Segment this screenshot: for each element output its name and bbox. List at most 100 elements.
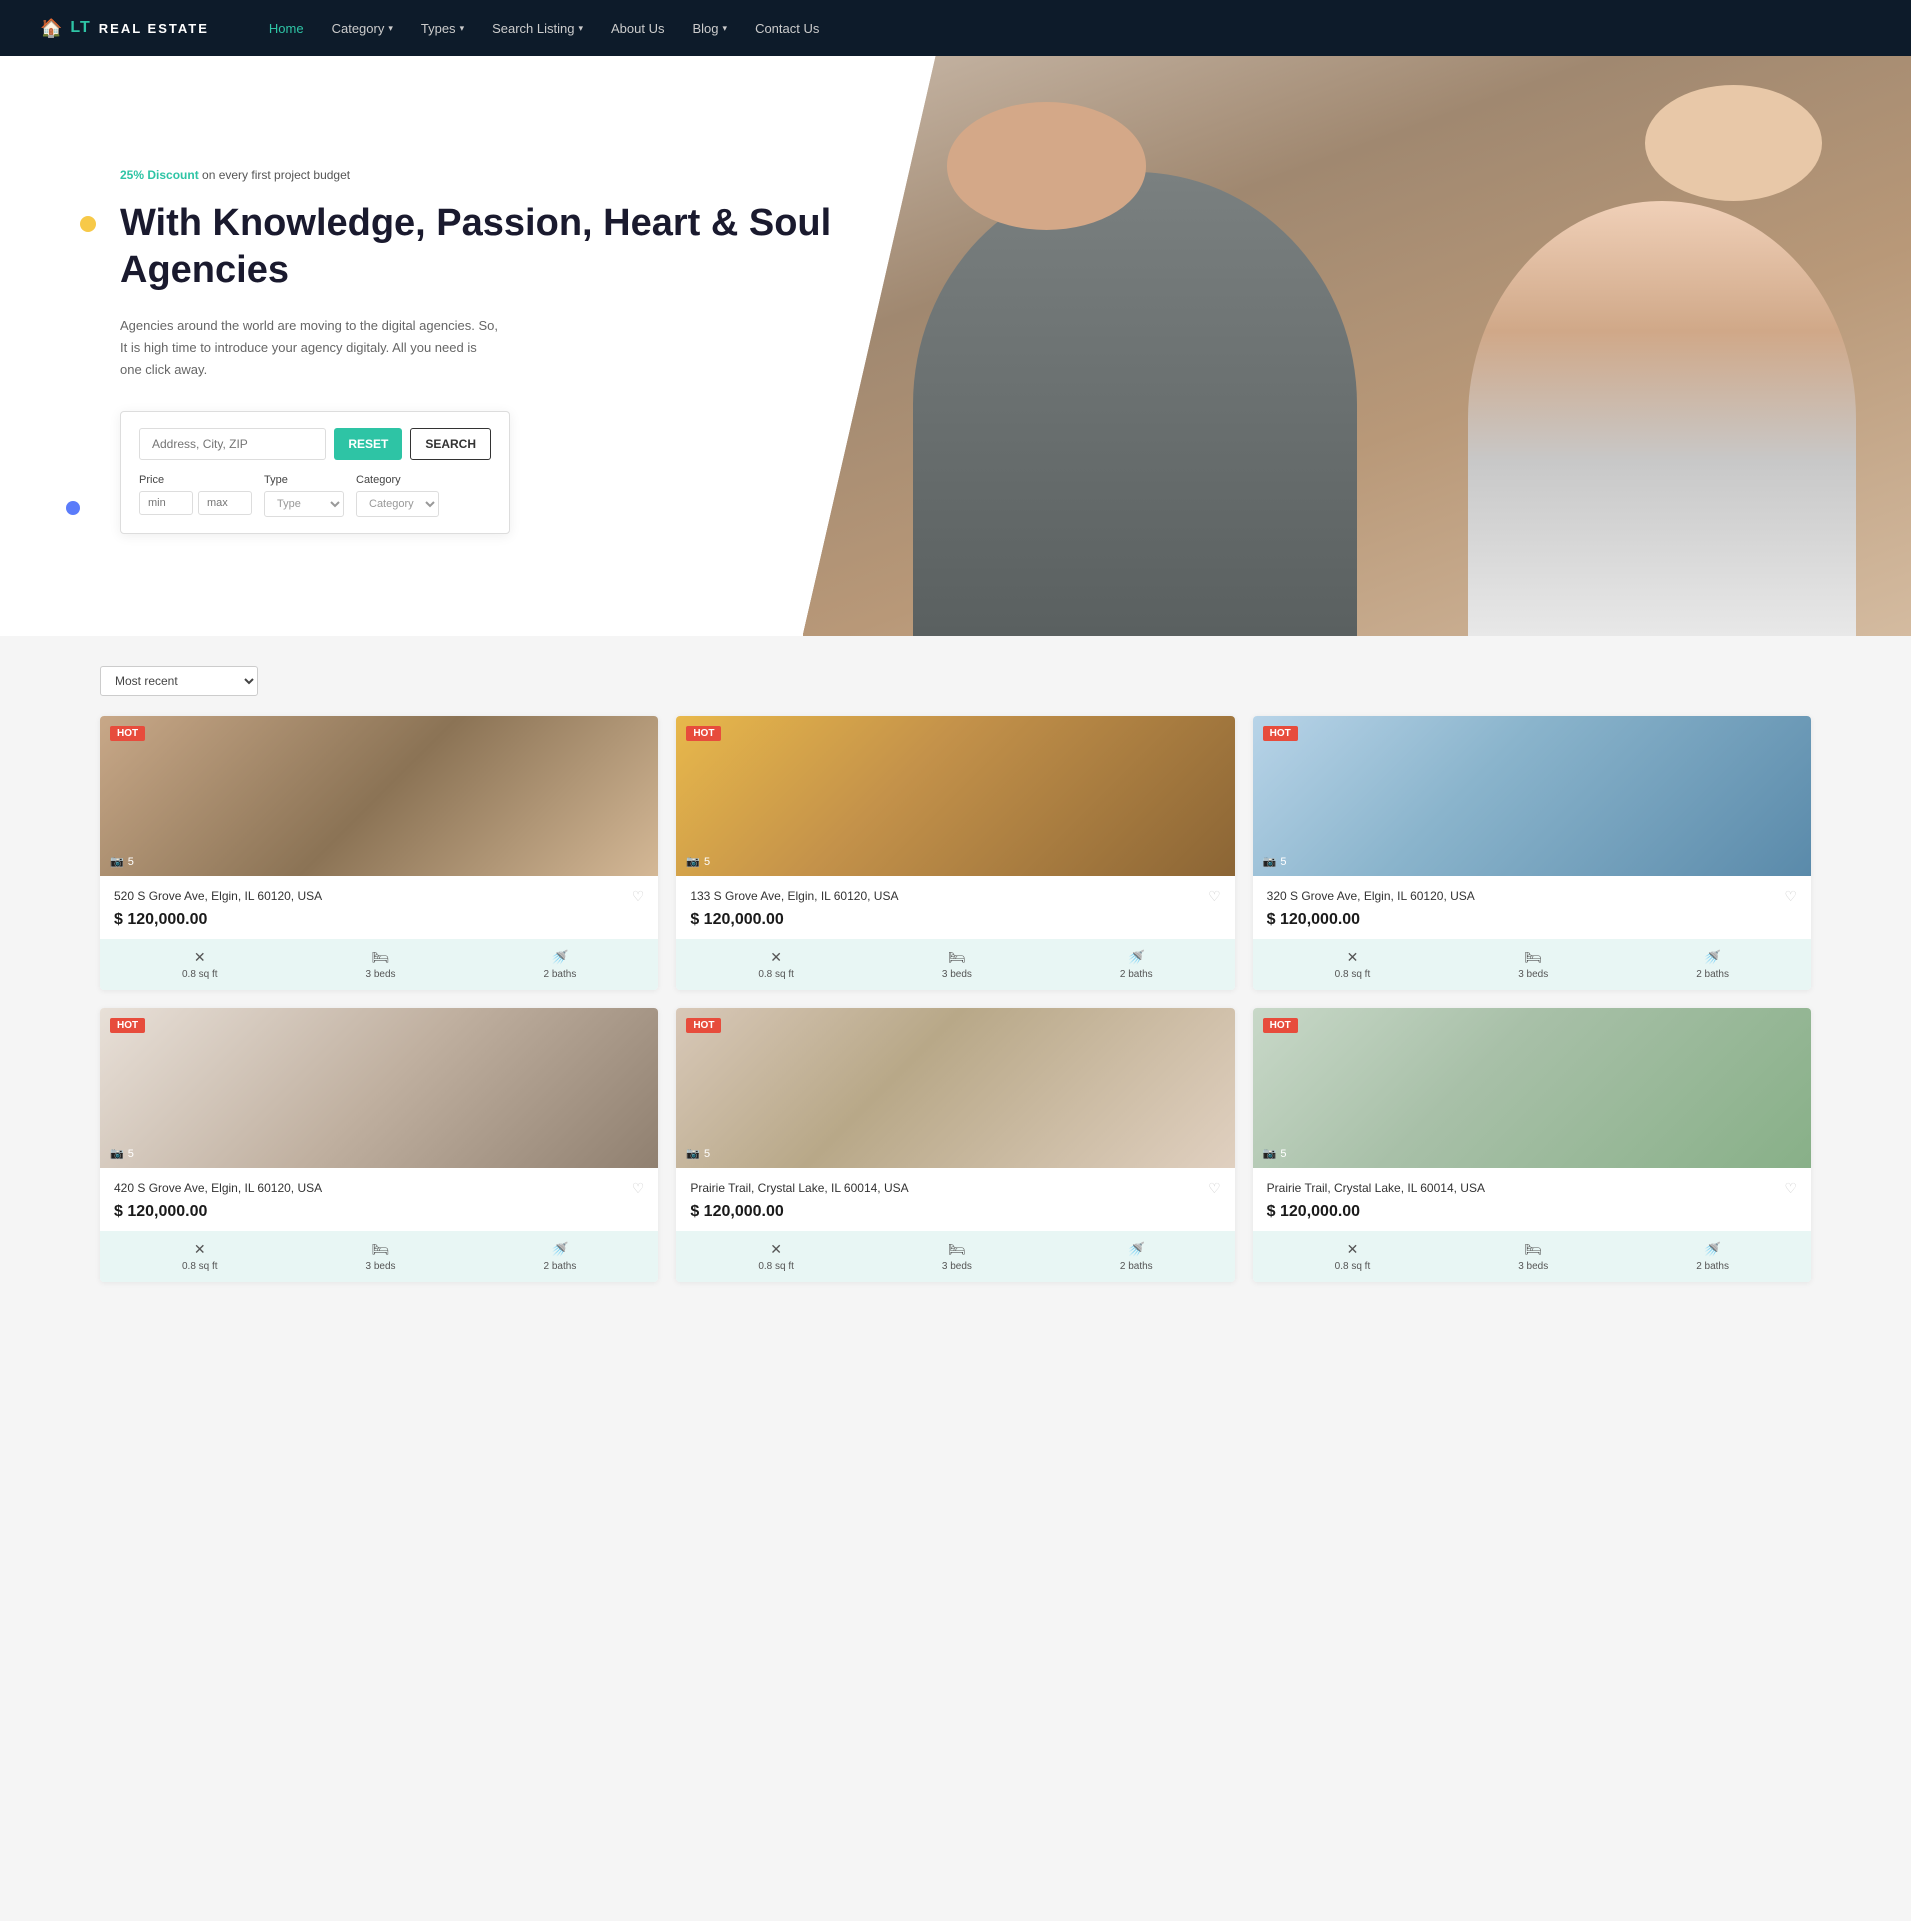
baths-value: 2 baths: [544, 969, 577, 980]
price-label: Price: [139, 474, 252, 486]
bath-icon: 🚿: [551, 1241, 568, 1258]
property-address: 133 S Grove Ave, Elgin, IL 60120, USA: [690, 888, 898, 905]
bed-icon: 🛏: [1524, 949, 1542, 966]
nav-link-category[interactable]: Category ▾: [332, 21, 393, 36]
favorite-button[interactable]: ♡: [1208, 1180, 1221, 1197]
bed-icon: 🛏: [1524, 1241, 1542, 1258]
card-image: [676, 1008, 1234, 1168]
property-card: HOT 📷 5 Prairie Trail, Crystal Lake, IL …: [676, 1008, 1234, 1282]
hero-content: 25% Discount on every first project budg…: [0, 56, 994, 636]
image-count: 📷 5: [110, 1147, 134, 1160]
hero-subtitle: Agencies around the world are moving to …: [120, 315, 500, 381]
favorite-button[interactable]: ♡: [1784, 888, 1797, 905]
hot-badge: HOT: [1263, 726, 1298, 741]
favorite-button[interactable]: ♡: [1208, 888, 1221, 905]
favorite-button[interactable]: ♡: [632, 888, 645, 905]
discount-banner: 25% Discount on every first project budg…: [120, 168, 934, 182]
beds-value: 3 beds: [942, 969, 972, 980]
camera-icon: 📷: [686, 855, 700, 868]
chevron-down-icon: ▾: [578, 23, 583, 34]
property-card: HOT 📷 5 320 S Grove Ave, Elgin, IL 60120…: [1253, 716, 1811, 990]
search-row: RESET SEARCH: [139, 428, 491, 460]
sqft-icon: ✕: [770, 1241, 782, 1258]
property-address: Prairie Trail, Crystal Lake, IL 60014, U…: [690, 1180, 908, 1197]
property-price: $ 120,000.00: [114, 1203, 644, 1221]
nav-link-types[interactable]: Types ▾: [421, 21, 464, 36]
card-image-wrap: HOT 📷 5: [676, 716, 1234, 876]
hot-badge: HOT: [686, 726, 721, 741]
sqft-value: 0.8 sq ft: [182, 1261, 218, 1272]
type-filter: Type Type: [264, 474, 344, 517]
category-label: Category: [356, 474, 439, 486]
type-label: Type: [264, 474, 344, 486]
camera-icon: 📷: [1263, 1147, 1277, 1160]
baths-value: 2 baths: [1696, 969, 1729, 980]
card-image-wrap: HOT 📷 5: [1253, 1008, 1811, 1168]
baths-stat: 🚿 2 baths: [1696, 949, 1729, 980]
baths-stat: 🚿 2 baths: [1120, 1241, 1153, 1272]
price-inputs: [139, 491, 252, 515]
card-footer: ✕ 0.8 sq ft 🛏 3 beds 🚿 2 baths: [100, 939, 658, 990]
property-address: 420 S Grove Ave, Elgin, IL 60120, USA: [114, 1180, 322, 1197]
address-row: 320 S Grove Ave, Elgin, IL 60120, USA ♡: [1267, 888, 1797, 905]
site-logo[interactable]: 🏠 LT REAL ESTATE: [40, 18, 209, 39]
search-box: RESET SEARCH Price Type Type: [120, 411, 510, 534]
card-image-wrap: HOT 📷 5: [100, 716, 658, 876]
category-filter: Category Category: [356, 474, 439, 517]
chevron-down-icon: ▾: [388, 23, 393, 34]
beds-stat: 🛏 3 beds: [942, 1241, 972, 1272]
sqft-stat: ✕ 0.8 sq ft: [182, 1241, 218, 1272]
decorative-dot-yellow: [80, 216, 96, 232]
nav-link-home[interactable]: Home: [269, 21, 304, 36]
card-image-wrap: HOT 📷 5: [1253, 716, 1811, 876]
hot-badge: HOT: [686, 1018, 721, 1033]
property-price: $ 120,000.00: [1267, 911, 1797, 929]
nav-link-blog[interactable]: Blog ▾: [693, 21, 728, 36]
sqft-value: 0.8 sq ft: [1335, 969, 1371, 980]
price-max-input[interactable]: [198, 491, 252, 515]
card-footer: ✕ 0.8 sq ft 🛏 3 beds 🚿 2 baths: [1253, 939, 1811, 990]
type-select[interactable]: Type: [264, 491, 344, 517]
nav-link-search-listing[interactable]: Search Listing ▾: [492, 21, 583, 36]
camera-icon: 📷: [1263, 855, 1277, 868]
card-image: [1253, 716, 1811, 876]
card-image-wrap: HOT 📷 5: [676, 1008, 1234, 1168]
reset-button[interactable]: RESET: [334, 428, 402, 460]
sort-select[interactable]: Most recent Price: Low to High Price: Hi…: [100, 666, 258, 696]
search-button[interactable]: SEARCH: [410, 428, 491, 460]
beds-stat: 🛏 3 beds: [366, 949, 396, 980]
beds-value: 3 beds: [942, 1261, 972, 1272]
nav-link-contact-us[interactable]: Contact Us: [755, 21, 819, 36]
favorite-button[interactable]: ♡: [1784, 1180, 1797, 1197]
address-row: 520 S Grove Ave, Elgin, IL 60120, USA ♡: [114, 888, 644, 905]
sqft-stat: ✕ 0.8 sq ft: [758, 1241, 794, 1272]
bath-icon: 🚿: [1128, 949, 1145, 966]
bath-icon: 🚿: [1128, 1241, 1145, 1258]
card-body: 520 S Grove Ave, Elgin, IL 60120, USA ♡ …: [100, 876, 658, 929]
home-icon: 🏠: [40, 18, 62, 39]
image-count: 📷 5: [686, 1147, 710, 1160]
hero-section: 25% Discount on every first project budg…: [0, 56, 1911, 636]
camera-icon: 📷: [110, 855, 124, 868]
sqft-icon: ✕: [1347, 949, 1359, 966]
baths-stat: 🚿 2 baths: [1120, 949, 1153, 980]
baths-stat: 🚿 2 baths: [1696, 1241, 1729, 1272]
filter-row: Price Type Type Category Category: [139, 474, 491, 517]
card-body: 133 S Grove Ave, Elgin, IL 60120, USA ♡ …: [676, 876, 1234, 929]
bath-icon: 🚿: [1704, 1241, 1721, 1258]
hot-badge: HOT: [110, 726, 145, 741]
property-price: $ 120,000.00: [690, 1203, 1220, 1221]
nav-link-about-us[interactable]: About Us: [611, 21, 664, 36]
category-select[interactable]: Category: [356, 491, 439, 517]
price-filter: Price: [139, 474, 252, 517]
property-card: HOT 📷 5 520 S Grove Ave, Elgin, IL 60120…: [100, 716, 658, 990]
price-min-input[interactable]: [139, 491, 193, 515]
baths-value: 2 baths: [1120, 969, 1153, 980]
address-row: 133 S Grove Ave, Elgin, IL 60120, USA ♡: [690, 888, 1220, 905]
sqft-value: 0.8 sq ft: [758, 1261, 794, 1272]
card-image: [100, 716, 658, 876]
bath-icon: 🚿: [1704, 949, 1721, 966]
sqft-stat: ✕ 0.8 sq ft: [758, 949, 794, 980]
favorite-button[interactable]: ♡: [632, 1180, 645, 1197]
search-input[interactable]: [139, 428, 326, 460]
